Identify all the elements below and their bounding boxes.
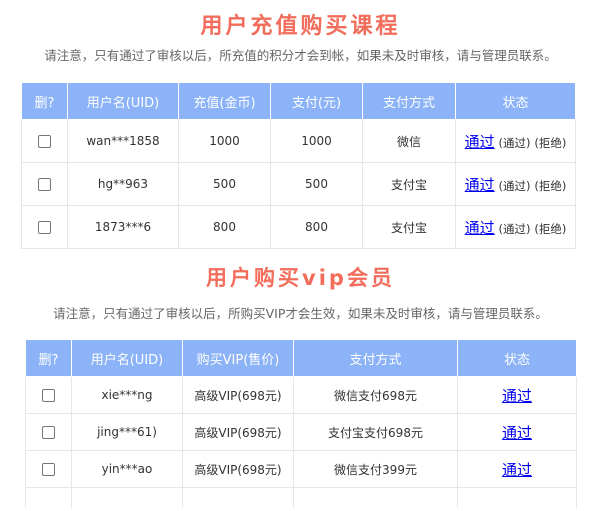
approve-button[interactable]: (通过) [499, 136, 531, 150]
empty-cell [25, 487, 72, 508]
delete-checkbox[interactable] [42, 463, 55, 476]
status-pass-link[interactable]: 通过 [502, 424, 532, 442]
recharge-notice: 请注意，只有通过了审核以后，所充值的积分才会到帐，如果未及时审核，请与管理员联系… [44, 48, 557, 63]
reject-button[interactable]: (拒绝) [534, 179, 566, 193]
reject-button[interactable]: (拒绝) [534, 136, 566, 150]
status-cell: 通过 [457, 376, 577, 414]
coins-cell: 800 [178, 205, 271, 249]
approve-button[interactable]: (通过) [499, 222, 531, 236]
vip-plan-cell: 高级VIP(698元) [182, 376, 294, 414]
coins-cell: 500 [178, 162, 271, 206]
delete-cell [21, 119, 68, 163]
delete-checkbox[interactable] [38, 221, 51, 234]
header-status: 状态 [457, 339, 577, 377]
table-header-row: 删? 用户名(UID) 充值(金币) 支付(元) 支付方式 状态 [21, 82, 576, 120]
header-status: 状态 [455, 82, 576, 120]
vip-plan-cell: 高级VIP(698元) [182, 450, 294, 488]
page: 用户充值购买课程 请注意，只有通过了审核以后，所充值的积分才会到帐，如果未及时审… [0, 0, 601, 511]
table-row: hg**963 500 500 支付宝 通过 (通过) (拒绝) [21, 162, 576, 206]
table-row: wan***1858 1000 1000 微信 通过 (通过) (拒绝) [21, 119, 576, 163]
reject-button[interactable]: (拒绝) [534, 222, 566, 236]
table-row: jing***61) 高级VIP(698元) 支付宝支付698元 通过 [25, 413, 577, 451]
vip-notice: 请注意，只有通过了审核以后，所购买VIP才会生效，如果未及时审核，请与管理员联系… [53, 306, 548, 321]
delete-checkbox[interactable] [38, 178, 51, 191]
header-method: 支付方式 [293, 339, 458, 377]
empty-cell [71, 487, 183, 508]
username-cell: yin***ao [71, 450, 183, 488]
username-cell: wan***1858 [67, 119, 179, 163]
delete-checkbox[interactable] [42, 389, 55, 402]
vip-table: 删? 用户名(UID) 购买VIP(售价) 支付方式 状态 xie***ng 高… [25, 339, 577, 508]
method-cell: 微信 [362, 119, 456, 163]
vip-section-title: 用户购买vip会员 [206, 266, 395, 290]
header-username: 用户名(UID) [67, 82, 179, 120]
username-cell: hg**963 [67, 162, 179, 206]
table-header-row: 删? 用户名(UID) 购买VIP(售价) 支付方式 状态 [25, 339, 577, 377]
status-cell: 通过 (通过) (拒绝) [455, 205, 576, 249]
approve-button[interactable]: (通过) [499, 179, 531, 193]
vip-plan-cell: 高级VIP(698元) [182, 413, 294, 451]
table-row-partial [25, 487, 577, 508]
status-pass-link[interactable]: 通过 [465, 133, 495, 151]
empty-cell [293, 487, 458, 508]
header-vip-plan: 购买VIP(售价) [182, 339, 294, 377]
table-row: yin***ao 高级VIP(698元) 微信支付399元 通过 [25, 450, 577, 488]
paid-cell: 1000 [270, 119, 363, 163]
table-row: xie***ng 高级VIP(698元) 微信支付698元 通过 [25, 376, 577, 414]
status-pass-link[interactable]: 通过 [502, 461, 532, 479]
header-coins: 充值(金币) [178, 82, 271, 120]
method-cell: 微信支付399元 [293, 450, 458, 488]
username-cell: 1873***6 [67, 205, 179, 249]
paid-cell: 500 [270, 162, 363, 206]
header-username: 用户名(UID) [71, 339, 183, 377]
method-cell: 支付宝支付698元 [293, 413, 458, 451]
coins-cell: 1000 [178, 119, 271, 163]
delete-checkbox[interactable] [38, 135, 51, 148]
table-row: 1873***6 800 800 支付宝 通过 (通过) (拒绝) [21, 205, 576, 249]
status-pass-link[interactable]: 通过 [465, 176, 495, 194]
status-cell: 通过 (通过) (拒绝) [455, 162, 576, 206]
status-cell: 通过 [457, 413, 577, 451]
paid-cell: 800 [270, 205, 363, 249]
status-cell: 通过 [457, 450, 577, 488]
status-pass-link[interactable]: 通过 [465, 219, 495, 237]
status-cell: 通过 (通过) (拒绝) [455, 119, 576, 163]
header-delete: 删? [25, 339, 72, 377]
header-delete: 删? [21, 82, 68, 120]
status-pass-link[interactable]: 通过 [502, 387, 532, 405]
delete-cell [25, 413, 72, 451]
recharge-section-title: 用户充值购买课程 [200, 14, 401, 39]
header-paid: 支付(元) [270, 82, 363, 120]
method-cell: 微信支付698元 [293, 376, 458, 414]
username-cell: xie***ng [71, 376, 183, 414]
delete-checkbox[interactable] [42, 426, 55, 439]
header-method: 支付方式 [362, 82, 456, 120]
method-cell: 支付宝 [362, 205, 456, 249]
delete-cell [21, 162, 68, 206]
method-cell: 支付宝 [362, 162, 456, 206]
delete-cell [21, 205, 68, 249]
delete-cell [25, 376, 72, 414]
empty-cell [457, 487, 577, 508]
empty-cell [182, 487, 294, 508]
username-cell: jing***61) [71, 413, 183, 451]
recharge-table: 删? 用户名(UID) 充值(金币) 支付(元) 支付方式 状态 wan***1… [21, 82, 576, 249]
delete-cell [25, 450, 72, 488]
